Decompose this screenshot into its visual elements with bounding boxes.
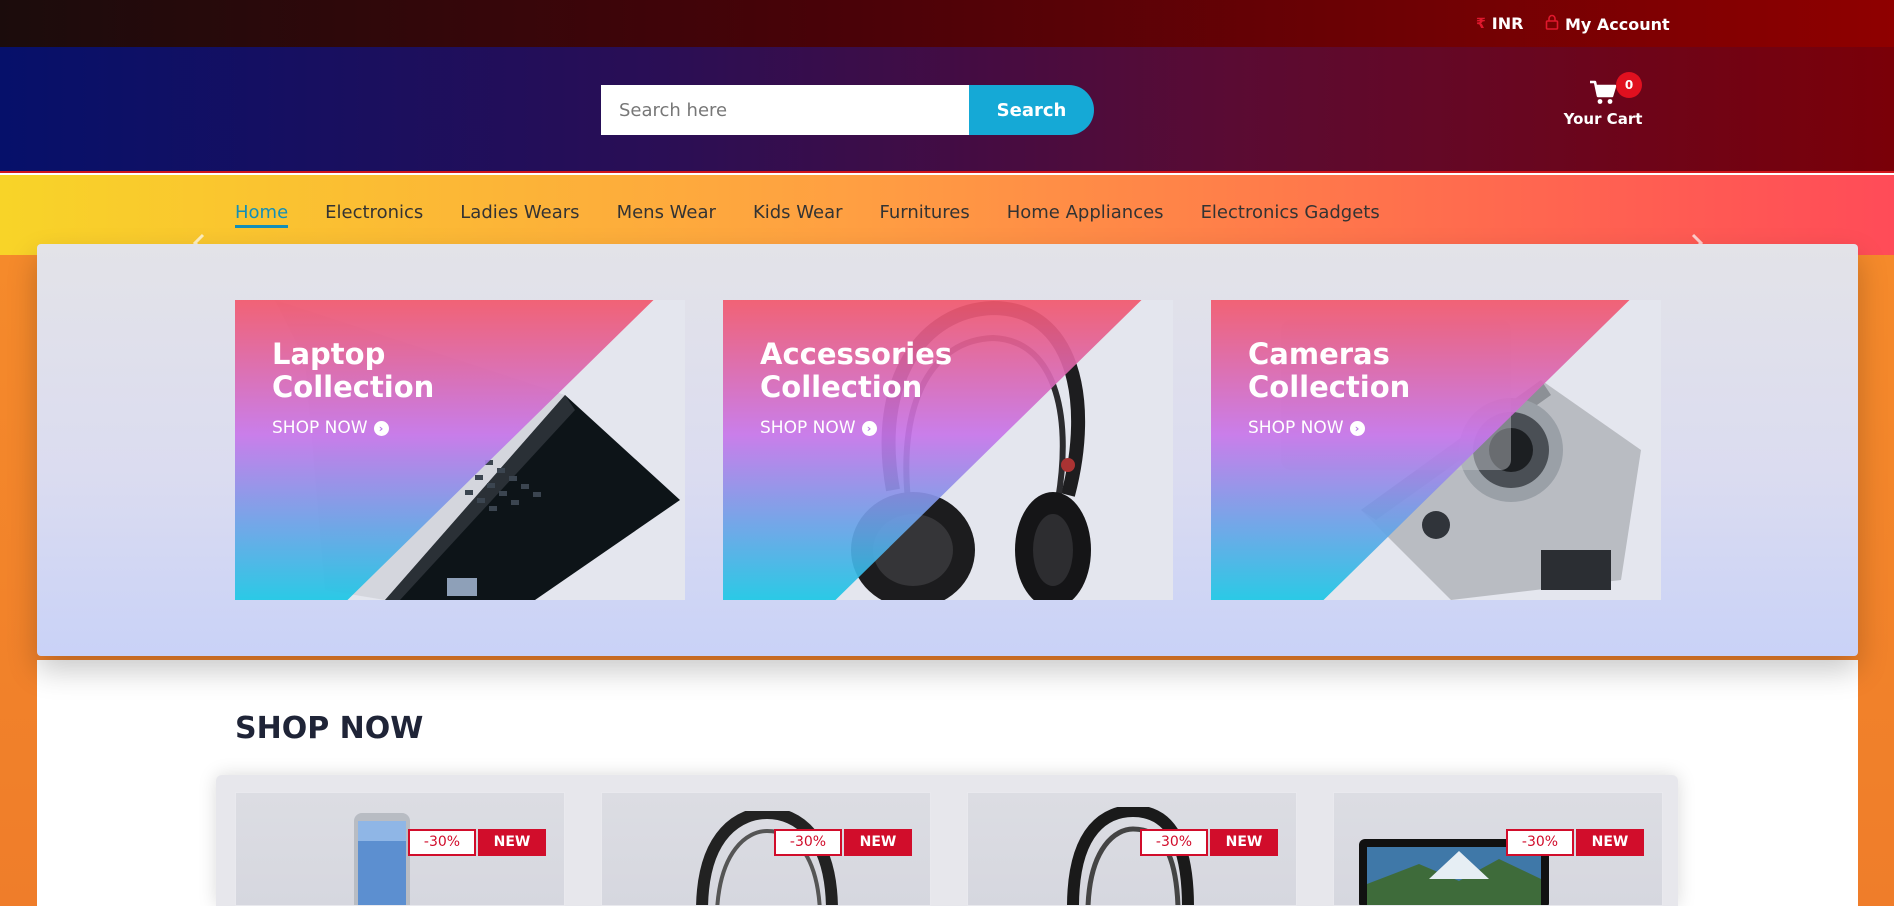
- product-card[interactable]: -30% NEW: [235, 792, 565, 906]
- product-grid: -30% NEW -30% NEW -30% NEW -30% NEW: [216, 775, 1678, 906]
- lock-icon: [1545, 14, 1559, 34]
- shop-now-link[interactable]: SHOP NOW ›: [272, 418, 389, 438]
- new-badge: NEW: [844, 829, 912, 856]
- arrow-circle-right-icon: ›: [861, 420, 877, 436]
- nav-item-mens-wear[interactable]: Mens Wear: [617, 202, 716, 228]
- product-card[interactable]: -30% NEW: [601, 792, 931, 906]
- currency-selector[interactable]: ₹ INR: [1476, 14, 1523, 33]
- cart-label: Your Cart: [1563, 110, 1643, 128]
- headphones-image: [1067, 807, 1194, 905]
- discount-badge: -30%: [1506, 829, 1574, 856]
- nav-item-home-appliances[interactable]: Home Appliances: [1007, 202, 1164, 228]
- arrow-circle-right-icon: ›: [373, 420, 389, 436]
- collections-banner: Laptop Collection SHOP NOW › Accessories…: [37, 244, 1858, 656]
- nav-item-furnitures[interactable]: Furnitures: [880, 202, 970, 228]
- discount-badge: -30%: [408, 829, 476, 856]
- nav-item-ladies-wears[interactable]: Ladies Wears: [460, 202, 579, 228]
- discount-badge: -30%: [774, 829, 842, 856]
- new-badge: NEW: [1576, 829, 1644, 856]
- product-card[interactable]: -30% NEW: [1333, 792, 1663, 906]
- main-navigation: Home Electronics Ladies Wears Mens Wear …: [0, 175, 1894, 255]
- shopping-cart-icon: [1590, 80, 1617, 104]
- headphones-image: [696, 811, 838, 905]
- nav-item-home[interactable]: Home: [235, 202, 289, 228]
- section-title: SHOP NOW: [235, 711, 424, 746]
- search-button[interactable]: Search: [969, 85, 1094, 135]
- accessories-collection-card[interactable]: Accessories Collection SHOP NOW ›: [723, 300, 1173, 600]
- shop-now-link[interactable]: SHOP NOW ›: [1248, 418, 1365, 438]
- new-badge: NEW: [1210, 829, 1278, 856]
- product-card[interactable]: -30% NEW: [967, 792, 1297, 906]
- collection-title: Accessories Collection: [760, 337, 953, 404]
- nav-item-kids-wear[interactable]: Kids Wear: [753, 202, 843, 228]
- my-account-label: My Account: [1565, 14, 1670, 34]
- nav-item-electronics-gadgets[interactable]: Electronics Gadgets: [1201, 202, 1380, 228]
- search-input[interactable]: [601, 85, 969, 135]
- smartphone-image: [354, 813, 410, 905]
- cart-button[interactable]: 0 Your Cart: [1560, 72, 1646, 132]
- my-account-link[interactable]: My Account: [1545, 14, 1670, 34]
- collection-title: Laptop Collection: [272, 337, 435, 404]
- cameras-collection-card[interactable]: Cameras Collection SHOP NOW ›: [1211, 300, 1661, 600]
- collection-title: Cameras Collection: [1248, 337, 1411, 404]
- discount-badge: -30%: [1140, 829, 1208, 856]
- nav-item-electronics[interactable]: Electronics: [325, 202, 423, 228]
- rupee-icon: ₹: [1476, 15, 1486, 32]
- currency-label: INR: [1491, 14, 1524, 33]
- shop-now-link[interactable]: SHOP NOW ›: [760, 418, 877, 438]
- header: Search 0 Your Cart: [0, 47, 1894, 173]
- top-bar: ₹ INR My Account: [0, 0, 1894, 47]
- nav-menu: Home Electronics Ladies Wears Mens Wear …: [235, 202, 1380, 228]
- cart-count-badge: 0: [1616, 72, 1642, 98]
- arrow-circle-right-icon: ›: [1349, 420, 1365, 436]
- laptop-collection-card[interactable]: Laptop Collection SHOP NOW ›: [235, 300, 685, 600]
- new-badge: NEW: [478, 829, 546, 856]
